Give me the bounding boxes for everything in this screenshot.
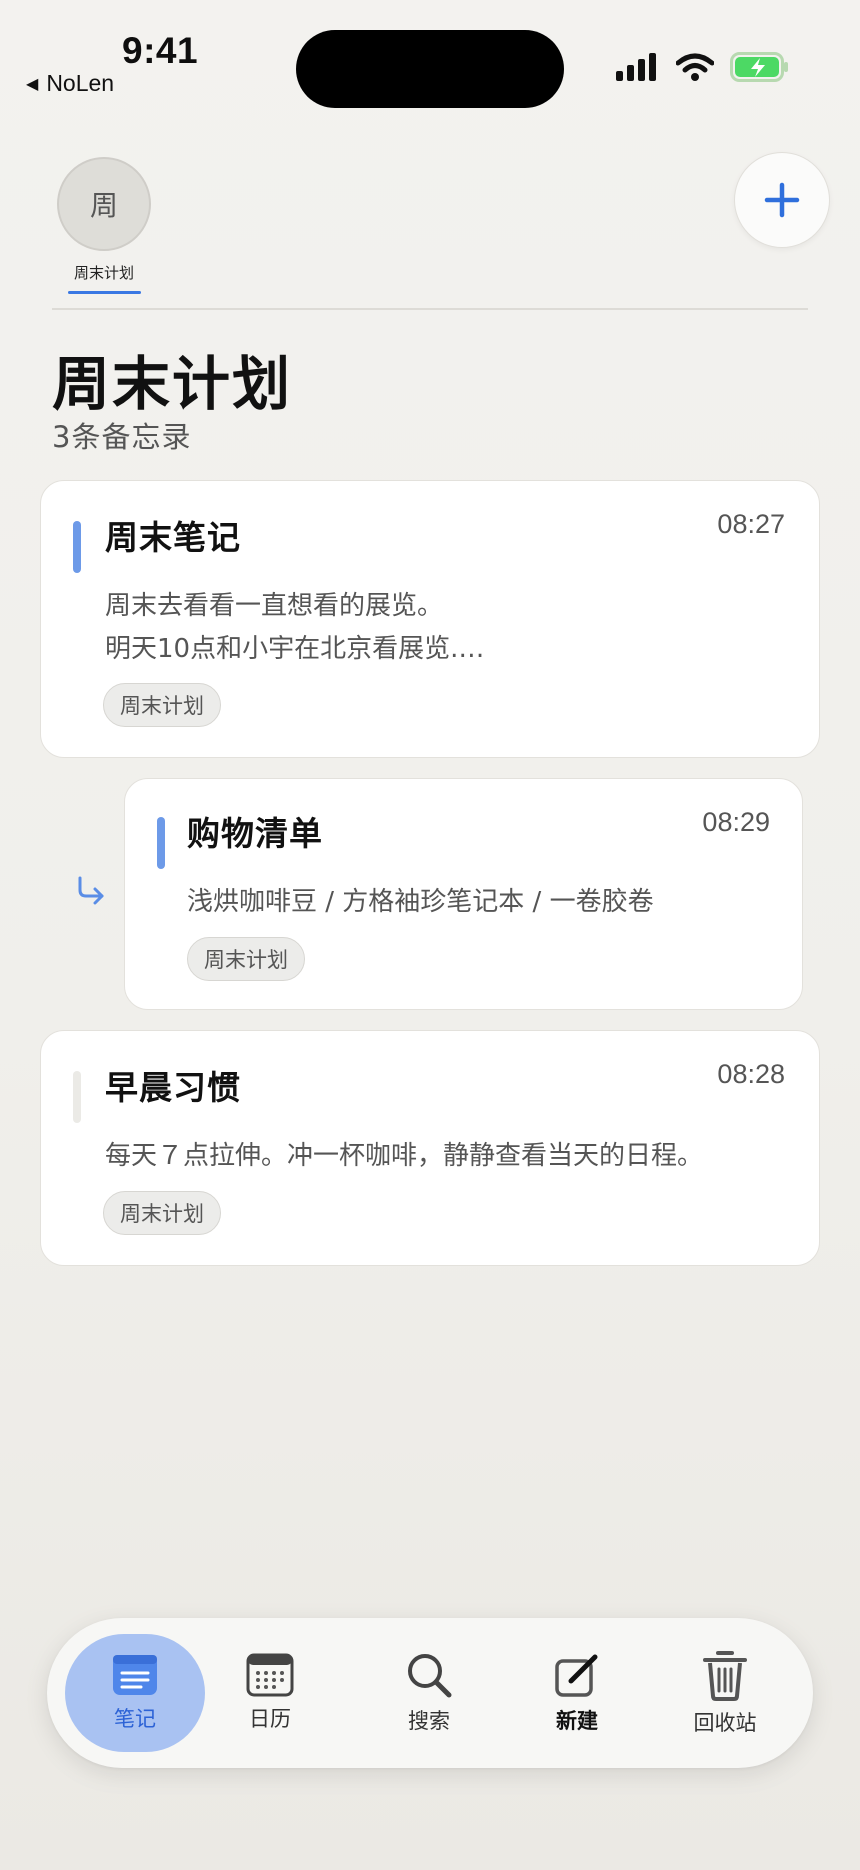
search-icon bbox=[408, 1654, 452, 1698]
tab-search[interactable]: 搜索 bbox=[369, 1618, 489, 1768]
note-time: 08:27 bbox=[717, 509, 785, 539]
note-accent-bar bbox=[157, 817, 165, 869]
note-accent-bar bbox=[73, 521, 81, 573]
note-card[interactable]: 早晨习惯 08:28 每天７点拉伸。冲一杯咖啡，静静查看当天的日程。 周末计划 bbox=[40, 1030, 820, 1266]
compose-icon bbox=[555, 1654, 598, 1697]
note-accent-bar bbox=[73, 1071, 81, 1123]
tab-trash[interactable]: 回收站 bbox=[665, 1618, 785, 1768]
trash-icon bbox=[703, 1651, 747, 1701]
tab-bar: 笔记 日历 搜索 新建 回收站 bbox=[47, 1618, 813, 1768]
page-title: 周末计划 bbox=[52, 350, 293, 418]
cellular-signal-icon bbox=[616, 53, 656, 81]
note-preview-line: 明天10点和小宇在北京看展览.… bbox=[105, 634, 485, 664]
note-count: 3条备忘录 bbox=[52, 420, 192, 454]
tab-new-note[interactable]: 新建 bbox=[517, 1618, 637, 1768]
sub-note-arrow-icon bbox=[78, 876, 104, 905]
back-to-app-button[interactable]: ◀ NoLen bbox=[26, 70, 114, 97]
tab-calendar[interactable]: 日历 bbox=[210, 1618, 330, 1768]
back-app-label: NoLen bbox=[46, 70, 115, 96]
note-preview-line: 周末去看看一直想看的展览。 bbox=[105, 591, 444, 621]
note-time: 08:29 bbox=[702, 807, 770, 837]
note-title: 购物清单 bbox=[187, 814, 323, 853]
plus-icon bbox=[764, 182, 800, 218]
calendar-icon bbox=[246, 1653, 294, 1697]
notes-icon bbox=[113, 1655, 157, 1695]
note-preview-line: 浅烘咖啡豆 / 方格袖珍笔记本 / 一卷胶卷 bbox=[187, 887, 654, 917]
tab-label: 日历 bbox=[249, 1707, 291, 1731]
back-triangle-icon: ◀ bbox=[26, 75, 39, 93]
folder-tag[interactable]: 周末计划 bbox=[187, 937, 305, 981]
tab-label: 搜索 bbox=[408, 1709, 450, 1733]
wifi-icon bbox=[676, 53, 714, 81]
status-icons bbox=[616, 52, 790, 82]
tab-label: 新建 bbox=[556, 1709, 598, 1733]
folder-label[interactable]: 周末计划 bbox=[40, 262, 168, 283]
dynamic-island bbox=[296, 30, 564, 108]
note-time: 08:28 bbox=[717, 1059, 785, 1089]
note-title: 周末笔记 bbox=[105, 518, 241, 557]
folder-tag[interactable]: 周末计划 bbox=[103, 683, 221, 727]
add-folder-button[interactable] bbox=[734, 152, 830, 248]
status-time: 9:41 bbox=[122, 30, 199, 71]
tab-label: 回收站 bbox=[693, 1711, 757, 1735]
note-card[interactable]: 购物清单 08:29 浅烘咖啡豆 / 方格袖珍笔记本 / 一卷胶卷 周末计划 bbox=[124, 778, 803, 1010]
note-card[interactable]: 周末笔记 08:27 周末去看看一直想看的展览。 明天10点和小宇在北京看展览.… bbox=[40, 480, 820, 758]
battery-charging-icon bbox=[730, 52, 788, 82]
divider bbox=[52, 308, 808, 310]
folder-selected-indicator bbox=[68, 291, 141, 294]
note-preview-line: 每天７点拉伸。冲一杯咖啡，静静查看当天的日程。 bbox=[105, 1141, 704, 1171]
tab-notes[interactable]: 笔记 bbox=[65, 1634, 205, 1752]
folder-tag[interactable]: 周末计划 bbox=[103, 1191, 221, 1235]
folder-avatar[interactable]: 周 bbox=[57, 157, 151, 251]
note-title: 早晨习惯 bbox=[105, 1068, 241, 1107]
tab-label: 笔记 bbox=[114, 1707, 156, 1731]
